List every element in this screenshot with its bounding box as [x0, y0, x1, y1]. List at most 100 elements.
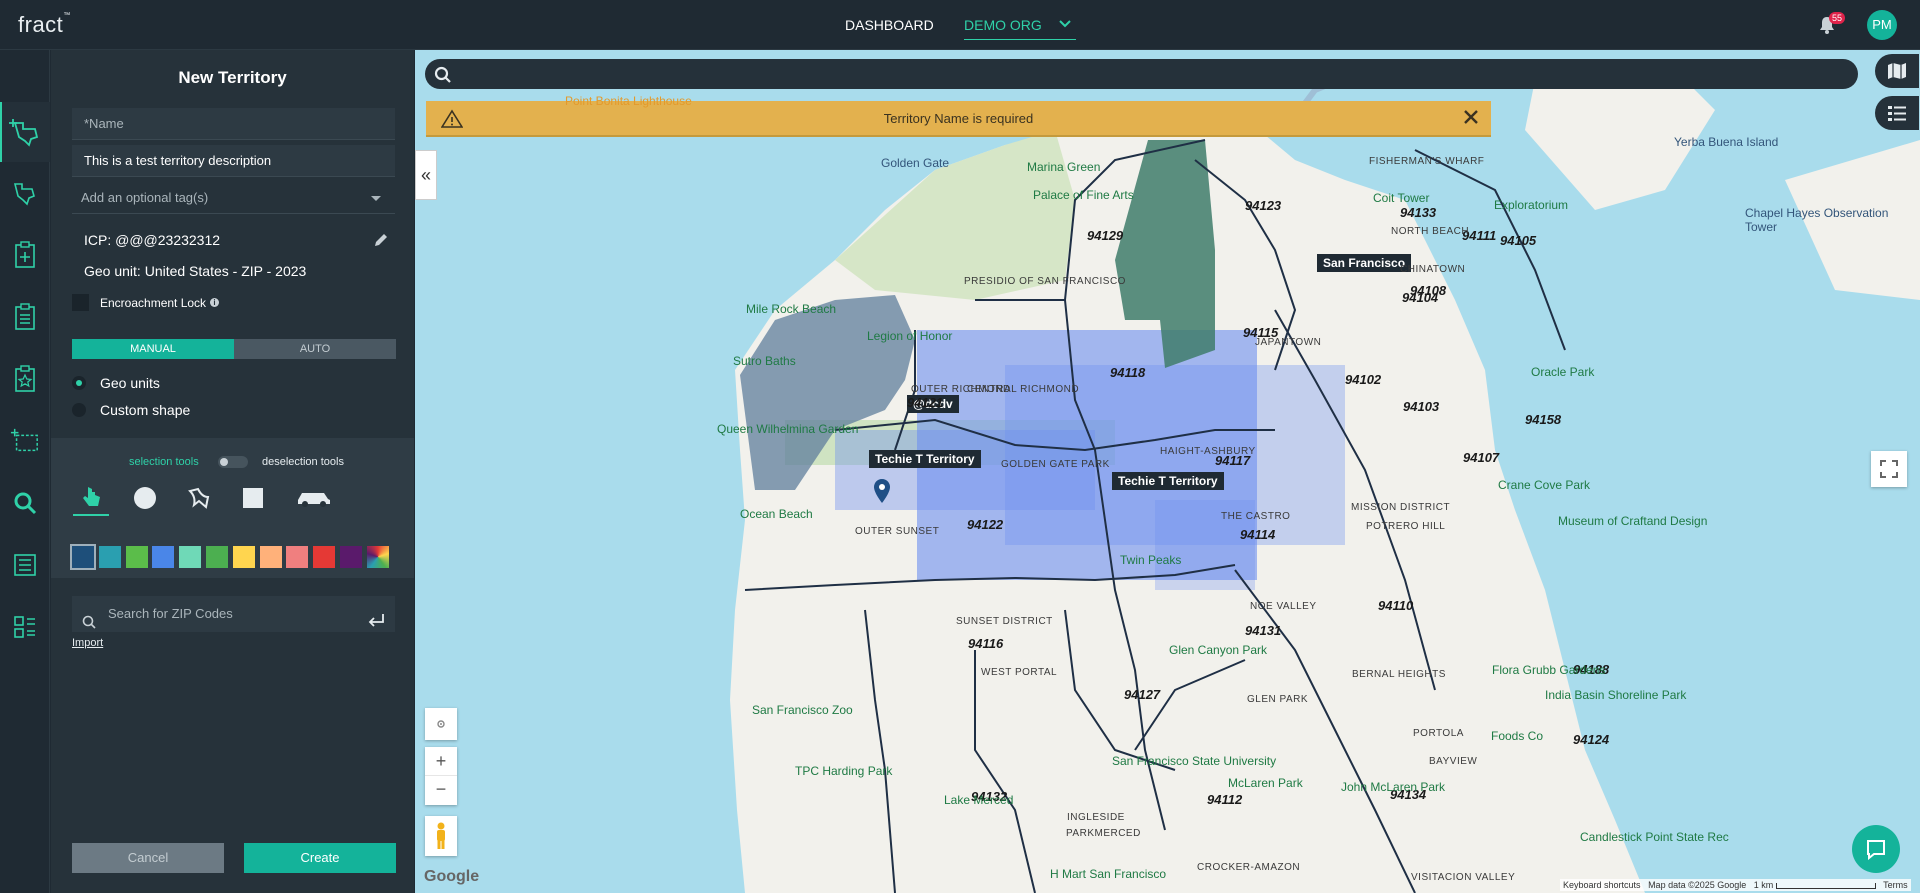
- rail-add-report[interactable]: [10, 240, 40, 270]
- rectangle-tool[interactable]: [235, 480, 271, 516]
- zip-label[interactable]: 94121: [907, 395, 943, 410]
- territory-tag[interactable]: Techie T Territory: [1112, 472, 1224, 490]
- selection-mode-toggle[interactable]: [218, 456, 248, 468]
- rail-selection[interactable]: [10, 426, 40, 456]
- zip-label[interactable]: 94110: [1378, 598, 1413, 613]
- rail-list[interactable]: [10, 550, 40, 580]
- poi-label[interactable]: Flora Grubb Gardens: [1492, 663, 1605, 677]
- encroachment-lock-checkbox[interactable]: [72, 294, 89, 311]
- collapse-panel-button[interactable]: «: [415, 150, 437, 200]
- pencil-icon[interactable]: [373, 232, 389, 253]
- keyboard-shortcuts-link[interactable]: Keyboard shortcuts: [1563, 880, 1641, 890]
- poi-label[interactable]: Candlestick Point State Rec: [1580, 830, 1729, 844]
- zip-search-input[interactable]: Search for ZIP Codes: [72, 596, 395, 632]
- zoom-in-button[interactable]: +: [425, 747, 457, 776]
- color-swatch[interactable]: [313, 546, 336, 568]
- color-swatch[interactable]: [98, 546, 121, 568]
- map-search-bar[interactable]: [425, 59, 1858, 89]
- cancel-button[interactable]: Cancel: [72, 843, 224, 873]
- map-canvas[interactable]: Territory Name is required « San Francis…: [415, 50, 1920, 893]
- color-swatch[interactable]: [366, 546, 389, 568]
- color-swatch[interactable]: [286, 546, 309, 568]
- create-button[interactable]: Create: [244, 843, 396, 873]
- rail-new-territory[interactable]: [0, 102, 50, 162]
- org-selector[interactable]: DEMO ORG: [964, 17, 1076, 40]
- import-link[interactable]: Import: [72, 637, 103, 649]
- lasso-tool[interactable]: [181, 480, 217, 516]
- fullscreen-button[interactable]: [1871, 451, 1907, 487]
- rail-dashboard[interactable]: [10, 612, 40, 642]
- zoom-out-button[interactable]: −: [425, 776, 457, 805]
- user-avatar[interactable]: PM: [1867, 10, 1897, 40]
- poi-label[interactable]: San Francisco State University: [1112, 754, 1276, 768]
- zip-label[interactable]: 94116: [968, 636, 1003, 651]
- mode-auto-button[interactable]: AUTO: [234, 339, 396, 359]
- territory-tag[interactable]: Techie T Territory: [869, 450, 981, 468]
- poi-label[interactable]: H Mart San Francisco: [1050, 867, 1166, 881]
- poi-label[interactable]: Palace of Fine Arts: [1033, 188, 1134, 202]
- radius-tool[interactable]: [127, 480, 163, 516]
- fract-logo[interactable]: fract™: [18, 12, 71, 38]
- zip-label[interactable]: 94103: [1403, 399, 1439, 414]
- pointer-tool[interactable]: [73, 480, 109, 516]
- zip-label[interactable]: 94112: [1207, 792, 1242, 807]
- color-swatch[interactable]: [70, 544, 96, 570]
- zip-label[interactable]: 94105: [1500, 233, 1536, 248]
- color-swatch[interactable]: [259, 546, 282, 568]
- name-input[interactable]: *Name: [72, 108, 395, 140]
- rail-territories[interactable]: [10, 178, 40, 208]
- geo-units-radio[interactable]: [72, 376, 86, 390]
- nav-dashboard[interactable]: DASHBOARD: [845, 17, 934, 33]
- zip-label[interactable]: 94129: [1087, 228, 1123, 243]
- custom-shape-radio[interactable]: [72, 403, 86, 417]
- rail-favorites[interactable]: [10, 364, 40, 394]
- territory-tag[interactable]: San Francisco: [1317, 254, 1412, 272]
- poi-label[interactable]: Twin Peaks: [1120, 553, 1181, 567]
- tags-select[interactable]: Add an optional tag(s): [72, 182, 395, 214]
- poi-label[interactable]: Exploratorium: [1494, 198, 1568, 212]
- description-input[interactable]: This is a test territory description: [72, 145, 395, 177]
- zip-label[interactable]: 94102: [1345, 372, 1381, 387]
- map-legend-button[interactable]: [1875, 96, 1919, 130]
- zip-label[interactable]: 94133: [1400, 205, 1436, 220]
- terms-link[interactable]: Terms: [1883, 880, 1908, 890]
- color-swatch[interactable]: [340, 546, 362, 568]
- poi-label[interactable]: Mile Rock Beach: [746, 302, 836, 316]
- poi-label[interactable]: Chapel Hayes Observation Tower: [1745, 206, 1920, 234]
- poi-label[interactable]: San Francisco Zoo: [752, 703, 853, 717]
- poi-label[interactable]: John McLaren Park: [1341, 780, 1445, 794]
- zip-label[interactable]: 94124: [1573, 732, 1609, 747]
- poi-label[interactable]: Point Bonita Lighthouse: [565, 94, 692, 108]
- zip-label[interactable]: 94114: [1240, 527, 1275, 542]
- poi-label[interactable]: Legion of Honor: [867, 329, 952, 343]
- poi-label[interactable]: Ocean Beach: [740, 507, 813, 521]
- poi-label[interactable]: Queen Wilhelmina Garden: [717, 422, 858, 436]
- color-swatch[interactable]: [152, 546, 175, 568]
- poi-label[interactable]: Crane Cove Park: [1498, 478, 1590, 492]
- zip-label[interactable]: 94123: [1245, 198, 1281, 213]
- poi-label[interactable]: Glen Canyon Park: [1169, 643, 1267, 657]
- color-swatch[interactable]: [206, 546, 228, 568]
- location-pin-icon[interactable]: [873, 478, 891, 509]
- street-view-button[interactable]: [425, 816, 457, 856]
- poi-label[interactable]: Golden Gate: [881, 156, 949, 170]
- zip-label[interactable]: 94158: [1525, 412, 1561, 427]
- poi-label[interactable]: McLaren Park: [1228, 776, 1303, 790]
- poi-label[interactable]: Foods Co: [1491, 729, 1543, 743]
- poi-label[interactable]: Yerba Buena Island: [1674, 135, 1778, 149]
- poi-label[interactable]: TPC Harding Park: [795, 764, 892, 778]
- rail-reports[interactable]: [10, 302, 40, 332]
- color-swatch[interactable]: [179, 546, 202, 568]
- zip-label[interactable]: 94107: [1463, 450, 1499, 465]
- mode-manual-button[interactable]: MANUAL: [72, 339, 234, 359]
- drive-time-tool[interactable]: [289, 480, 339, 516]
- color-swatch[interactable]: [232, 546, 255, 568]
- poi-label[interactable]: Oracle Park: [1531, 365, 1594, 379]
- rail-search[interactable]: [10, 488, 40, 518]
- poi-label[interactable]: Lake Merced: [944, 793, 1013, 807]
- locate-button[interactable]: [425, 708, 457, 740]
- info-icon[interactable]: i: [210, 298, 219, 307]
- zip-label[interactable]: 94122: [967, 517, 1003, 532]
- chat-button[interactable]: [1852, 825, 1900, 873]
- zip-label[interactable]: 94127: [1124, 687, 1160, 702]
